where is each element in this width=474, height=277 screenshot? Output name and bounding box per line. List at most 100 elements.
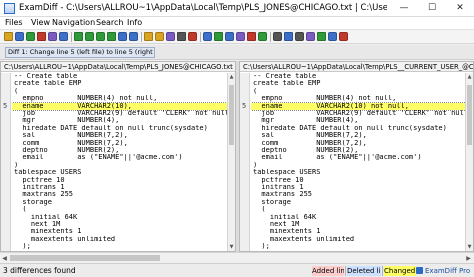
code-line[interactable]: email as ("ENAME"||'@acme.com'): [12, 154, 227, 161]
code-line[interactable]: comm NUMBER(7,2),: [12, 140, 227, 147]
sync-icon[interactable]: [258, 32, 267, 41]
scroll-up-icon[interactable]: ▲: [466, 73, 473, 81]
fullscreen-icon[interactable]: [236, 32, 245, 41]
code-line[interactable]: -- Create table: [251, 73, 466, 80]
scroll-down-icon[interactable]: ▼: [228, 243, 235, 251]
left-code-area[interactable]: -- Create table create table EMP( empno N…: [12, 73, 227, 251]
code-line[interactable]: job VARCHAR2(9) default 'CLERK' not null: [251, 110, 466, 117]
code-line[interactable]: pctfree 10: [12, 177, 227, 184]
scroll-right-icon[interactable]: ▶: [464, 254, 473, 263]
wrap-icon[interactable]: [317, 32, 326, 41]
code-line[interactable]: (: [251, 206, 466, 213]
code-line[interactable]: maxtrans 255: [12, 191, 227, 198]
merge-icon[interactable]: [166, 32, 175, 41]
code-line[interactable]: initial 64K: [12, 214, 227, 221]
last-diff-icon[interactable]: [107, 32, 116, 41]
first-diff-icon[interactable]: [74, 32, 83, 41]
code-line[interactable]: sal NUMBER(7,2),: [251, 132, 466, 139]
help-icon[interactable]: [214, 32, 223, 41]
ignore-icon[interactable]: [273, 32, 282, 41]
code-line[interactable]: comm NUMBER(7,2),: [251, 140, 466, 147]
code-line[interactable]: sal NUMBER(7,2),: [12, 132, 227, 139]
menu-files[interactable]: Files: [5, 18, 23, 28]
line-numbers-icon[interactable]: [306, 32, 315, 41]
code-line[interactable]: ): [251, 162, 466, 169]
code-line[interactable]: (: [251, 88, 466, 95]
font-icon[interactable]: [328, 32, 337, 41]
code-line[interactable]: hiredate DATE default on null trunc(sysd…: [12, 125, 227, 132]
about-icon[interactable]: [225, 32, 234, 41]
code-line[interactable]: storage: [12, 199, 227, 206]
code-line[interactable]: maxextents unlimited: [251, 236, 466, 243]
options-icon[interactable]: [177, 32, 186, 41]
code-line[interactable]: job VARCHAR2(9) default 'CLERK' not null: [12, 110, 227, 117]
code-line[interactable]: deptno NUMBER(2),: [251, 147, 466, 154]
code-line[interactable]: initrans 1: [12, 184, 227, 191]
copy-left-icon[interactable]: [144, 32, 153, 41]
save-icon[interactable]: [15, 32, 24, 41]
close-button[interactable]: ✕: [446, 0, 474, 16]
left-vertical-scrollbar[interactable]: ▲ ▼: [227, 73, 235, 251]
code-line[interactable]: initial 64K: [251, 214, 466, 221]
code-line[interactable]: tablespace USERS: [251, 169, 466, 176]
diff-info-box[interactable]: Diff 1: Change line 5 (left file) to lin…: [5, 47, 155, 58]
code-line[interactable]: mgr NUMBER(4),: [251, 117, 466, 124]
code-line[interactable]: next 1M: [12, 221, 227, 228]
color-icon[interactable]: [339, 32, 348, 41]
code-line[interactable]: empno NUMBER(4) not null,: [12, 95, 227, 102]
left-scroll-thumb[interactable]: [229, 85, 234, 145]
code-line[interactable]: tablespace USERS: [12, 169, 227, 176]
view-icon[interactable]: [203, 32, 212, 41]
menu-search[interactable]: Search: [96, 18, 123, 28]
horizontal-scroll-thumb[interactable]: [10, 255, 160, 261]
stop-icon[interactable]: [247, 32, 256, 41]
right-scroll-thumb[interactable]: [467, 85, 472, 145]
scroll-left-icon[interactable]: ◀: [0, 254, 9, 263]
code-line[interactable]: empno NUMBER(4) not null,: [251, 95, 466, 102]
menu-navigation[interactable]: Navigation: [52, 18, 95, 28]
code-line[interactable]: hiredate DATE default on null trunc(sysd…: [251, 125, 466, 132]
changed-code-line[interactable]: ename VARCHAR2(10),: [12, 101, 227, 112]
code-line[interactable]: );: [251, 243, 466, 250]
code-line[interactable]: create table EMP: [12, 80, 227, 87]
next-diff-icon[interactable]: [96, 32, 105, 41]
code-line[interactable]: (: [12, 88, 227, 95]
code-line[interactable]: minextents 1: [12, 228, 227, 235]
edit-icon[interactable]: [188, 32, 197, 41]
refresh-icon[interactable]: [26, 32, 35, 41]
code-line[interactable]: email as ("ENAME"||'@acme.com'): [251, 154, 466, 161]
right-vertical-scrollbar[interactable]: ▲ ▼: [465, 73, 473, 251]
menu-info[interactable]: Info: [127, 18, 142, 28]
right-code-area[interactable]: -- Create table create table EMP( empno N…: [251, 73, 466, 251]
code-line[interactable]: maxtrans 255: [251, 191, 466, 198]
code-line[interactable]: -- Create table: [12, 73, 227, 80]
code-line[interactable]: create table EMP: [251, 80, 466, 87]
find-next-icon[interactable]: [129, 32, 138, 41]
code-line[interactable]: next 1M: [251, 221, 466, 228]
code-line[interactable]: maxextents unlimited: [12, 236, 227, 243]
code-line[interactable]: (: [12, 206, 227, 213]
code-line[interactable]: pctfree 10: [251, 177, 466, 184]
filter-icon[interactable]: [48, 32, 57, 41]
code-line[interactable]: ): [12, 162, 227, 169]
case-icon[interactable]: [284, 32, 293, 41]
swap-icon[interactable]: [59, 32, 68, 41]
changed-code-line[interactable]: ename VARCHAR2(10) not null,: [251, 101, 466, 112]
scroll-down-icon[interactable]: ▼: [466, 243, 473, 251]
prev-diff-icon[interactable]: [85, 32, 94, 41]
code-line[interactable]: storage: [251, 199, 466, 206]
horizontal-scrollbar[interactable]: ◀ ▶: [0, 252, 474, 263]
scroll-up-icon[interactable]: ▲: [228, 73, 235, 81]
minimize-button[interactable]: —: [390, 0, 418, 16]
code-line[interactable]: );: [12, 243, 227, 250]
compare-icon[interactable]: [37, 32, 46, 41]
code-line[interactable]: minextents 1: [251, 228, 466, 235]
maximize-button[interactable]: ☐: [418, 0, 446, 16]
code-line[interactable]: deptno NUMBER(2),: [12, 147, 227, 154]
whitespace-icon[interactable]: [295, 32, 304, 41]
copy-right-icon[interactable]: [155, 32, 164, 41]
open-file-icon[interactable]: [4, 32, 13, 41]
menu-view[interactable]: View: [31, 18, 50, 28]
search-icon[interactable]: [118, 32, 127, 41]
code-line[interactable]: initrans 1: [251, 184, 466, 191]
